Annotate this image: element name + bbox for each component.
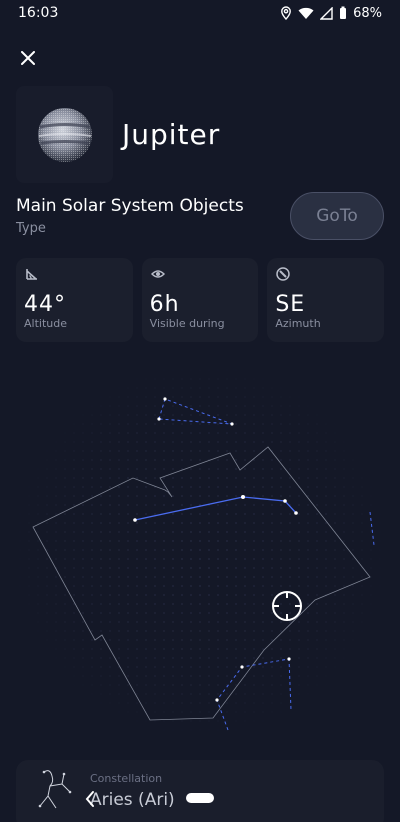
goto-button[interactable]: GoTo: [290, 192, 384, 240]
close-icon: [21, 51, 35, 65]
azimuth-value: SE: [275, 292, 306, 317]
status-icons: 68%: [280, 6, 382, 21]
altitude-label: Altitude: [24, 317, 67, 330]
jupiter-image: [37, 107, 92, 162]
visible-label: Visible during: [149, 317, 225, 330]
close-button[interactable]: [14, 44, 42, 72]
stat-card-visible: 6h Visible during: [141, 258, 259, 342]
star: [241, 495, 245, 499]
constellation-label: Constellation: [90, 772, 163, 785]
wifi-icon: [298, 7, 314, 19]
azimuth-label: Azimuth: [275, 317, 321, 330]
compass-icon: [276, 267, 291, 281]
battery-icon: [340, 6, 347, 19]
star: [163, 397, 167, 401]
back-chevron-icon[interactable]: [84, 790, 96, 808]
altitude-value: 44°: [24, 292, 66, 317]
star: [283, 499, 287, 503]
sky-map[interactable]: [0, 350, 400, 750]
object-name: Jupiter: [122, 118, 221, 151]
star: [215, 698, 219, 702]
star: [133, 518, 137, 522]
status-bar: 16:03 68%: [0, 0, 400, 26]
star: [240, 665, 244, 669]
visible-value: 6h: [149, 292, 180, 317]
battery-level: 68%: [353, 5, 382, 21]
object-category: Main Solar System Objects: [16, 196, 244, 216]
star: [157, 417, 161, 421]
star: [287, 657, 291, 661]
stats-row: 44° Altitude 6h Visible during SE Azimut…: [16, 258, 385, 342]
stat-card-altitude: 44° Altitude: [16, 258, 133, 342]
star: [230, 422, 234, 426]
constellation-name: Aries (Ari): [90, 790, 175, 810]
star: [294, 511, 298, 515]
location-icon: [281, 6, 291, 20]
signal-icon: [320, 6, 333, 20]
object-thumbnail: [16, 86, 113, 183]
stat-card-azimuth: SE Azimuth: [267, 258, 385, 342]
status-time: 16:03: [18, 5, 59, 21]
home-indicator[interactable]: [186, 793, 214, 803]
eye-icon: [150, 270, 165, 278]
angle-icon: [26, 269, 37, 280]
sky-grid: [10, 360, 390, 740]
aries-constellation-icon: [38, 770, 72, 809]
object-category-label: Type: [16, 221, 46, 236]
